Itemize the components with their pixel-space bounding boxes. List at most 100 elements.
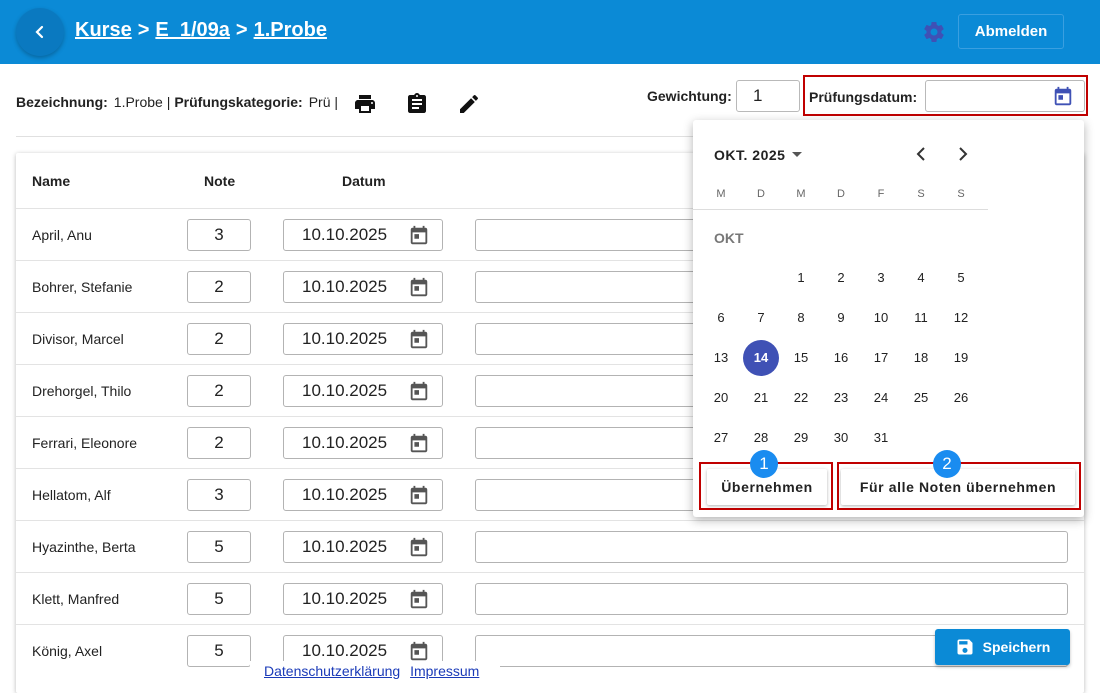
calendar-day[interactable]: 9 (823, 300, 859, 336)
calendar-day-selected[interactable]: 14 (743, 340, 779, 376)
grade-input[interactable]: 5 (187, 531, 251, 563)
calendar-day[interactable]: 16 (823, 340, 859, 376)
calendar-day[interactable]: 6 (703, 300, 739, 336)
calendar-icon[interactable] (1052, 86, 1074, 108)
breadcrumb: Kurse > E_1/09a > 1.Probe (75, 19, 327, 42)
calendar-day[interactable]: 20 (703, 380, 739, 416)
logout-button[interactable]: Abmelden (958, 14, 1064, 49)
calendar-day[interactable]: 30 (823, 420, 859, 456)
breadcrumb-course[interactable]: E_1/09a (155, 19, 230, 42)
gear-icon[interactable] (922, 20, 946, 44)
edit-pencil-icon[interactable] (457, 92, 481, 116)
calendar-day[interactable]: 7 (743, 300, 779, 336)
calendar-icon[interactable] (408, 225, 430, 247)
breadcrumb-exam[interactable]: 1.Probe (254, 19, 327, 42)
month-short-label: OKT (714, 230, 744, 246)
date-input[interactable]: 10.10.2025 (283, 219, 443, 251)
grade-input[interactable]: 5 (187, 583, 251, 615)
calendar-day[interactable]: 3 (863, 260, 899, 296)
calendar-day[interactable]: 19 (943, 340, 979, 376)
privacy-link[interactable]: Datenschutzerklärung (264, 663, 400, 679)
back-button[interactable] (16, 8, 64, 56)
calendar-day[interactable]: 31 (863, 420, 899, 456)
date-value: 10.10.2025 (302, 537, 388, 556)
calendar-icon[interactable] (408, 433, 430, 455)
calendar-day[interactable]: 5 (943, 260, 979, 296)
grade-input[interactable]: 3 (187, 219, 251, 251)
calendar-day[interactable]: 1 (783, 260, 819, 296)
date-input[interactable]: 10.10.2025 (283, 427, 443, 459)
apply-all-button[interactable]: Für alle Noten übernehmen (841, 469, 1075, 505)
calendar-icon[interactable] (408, 381, 430, 403)
weekday-label: S (957, 188, 965, 200)
comment-input[interactable] (475, 583, 1068, 615)
imprint-link[interactable]: Impressum (410, 663, 479, 679)
column-header-name: Name (32, 173, 71, 189)
calendar-icon[interactable] (408, 277, 430, 299)
calendar-day[interactable]: 12 (943, 300, 979, 336)
student-name: Bohrer, Stefanie (32, 279, 133, 295)
student-name: König, Axel (32, 643, 103, 659)
calendar-day[interactable]: 26 (943, 380, 979, 416)
calendar-icon[interactable] (408, 329, 430, 351)
date-input[interactable]: 10.10.2025 (283, 531, 443, 563)
column-header-grade: Note (204, 173, 236, 189)
grade-input[interactable]: 3 (187, 479, 251, 511)
chevron-right-icon[interactable] (952, 144, 972, 164)
grade-input[interactable]: 2 (187, 271, 251, 303)
student-name: Hyazinthe, Berta (32, 539, 136, 555)
date-input[interactable]: 10.10.2025 (283, 271, 443, 303)
calendar-day[interactable]: 23 (823, 380, 859, 416)
calendar-day[interactable]: 21 (743, 380, 779, 416)
calendar-day[interactable]: 18 (903, 340, 939, 376)
student-name: April, Anu (32, 227, 92, 243)
date-value: 10.10.2025 (302, 329, 388, 348)
calendar-day[interactable]: 15 (783, 340, 819, 376)
kategorie-label: Prüfungskategorie: (174, 94, 303, 110)
app-header: Kurse > E_1/09a > 1.Probe Abmelden (0, 0, 1100, 64)
calendar-day[interactable]: 24 (863, 380, 899, 416)
breadcrumb-kurse[interactable]: Kurse (75, 19, 132, 42)
date-value: 10.10.2025 (302, 381, 388, 400)
clipboard-icon[interactable] (405, 92, 429, 116)
dropdown-arrow-icon (792, 152, 803, 157)
calendar-day[interactable]: 13 (703, 340, 739, 376)
calendar-icon[interactable] (408, 485, 430, 507)
calendar-day[interactable]: 17 (863, 340, 899, 376)
date-value: 10.10.2025 (302, 225, 388, 244)
calendar-day[interactable]: 27 (703, 420, 739, 456)
chevron-left-icon[interactable] (912, 144, 932, 164)
calendar-icon[interactable] (408, 641, 430, 663)
date-input[interactable]: 10.10.2025 (283, 479, 443, 511)
calendar-day[interactable]: 11 (903, 300, 939, 336)
comment-input[interactable] (475, 531, 1068, 563)
calendar-day[interactable]: 4 (903, 260, 939, 296)
weekday-label: M (716, 188, 726, 200)
calendar-day[interactable]: 29 (783, 420, 819, 456)
date-value: 10.10.2025 (302, 485, 388, 504)
date-input[interactable]: 10.10.2025 (283, 375, 443, 407)
save-button[interactable]: Speichern (935, 629, 1070, 665)
calendar-day[interactable]: 22 (783, 380, 819, 416)
date-input[interactable]: 10.10.2025 (283, 323, 443, 355)
calendar-day[interactable]: 8 (783, 300, 819, 336)
grade-input[interactable]: 2 (187, 323, 251, 355)
exam-date-highlight: Prüfungsdatum: (803, 75, 1088, 116)
calendar-day[interactable]: 25 (903, 380, 939, 416)
calendar-day[interactable]: 2 (823, 260, 859, 296)
table-row: Hyazinthe, Berta 5 10.10.2025 (16, 520, 1084, 572)
calendar-icon[interactable] (408, 589, 430, 611)
weight-input[interactable]: 1 (736, 80, 800, 112)
month-year-selector[interactable]: OKT. 2025 (714, 147, 803, 163)
date-input[interactable]: 10.10.2025 (283, 583, 443, 615)
grade-input[interactable]: 2 (187, 427, 251, 459)
exam-date-input[interactable] (925, 80, 1085, 112)
table-row: Klett, Manfred 5 10.10.2025 (16, 572, 1084, 624)
grade-input[interactable]: 2 (187, 375, 251, 407)
calendar-day[interactable]: 10 (863, 300, 899, 336)
weekday-label: S (917, 188, 925, 200)
calendar-icon[interactable] (408, 537, 430, 559)
print-icon[interactable] (353, 92, 377, 116)
grade-input[interactable]: 5 (187, 635, 251, 667)
exam-date-label: Prüfungsdatum: (809, 89, 918, 105)
